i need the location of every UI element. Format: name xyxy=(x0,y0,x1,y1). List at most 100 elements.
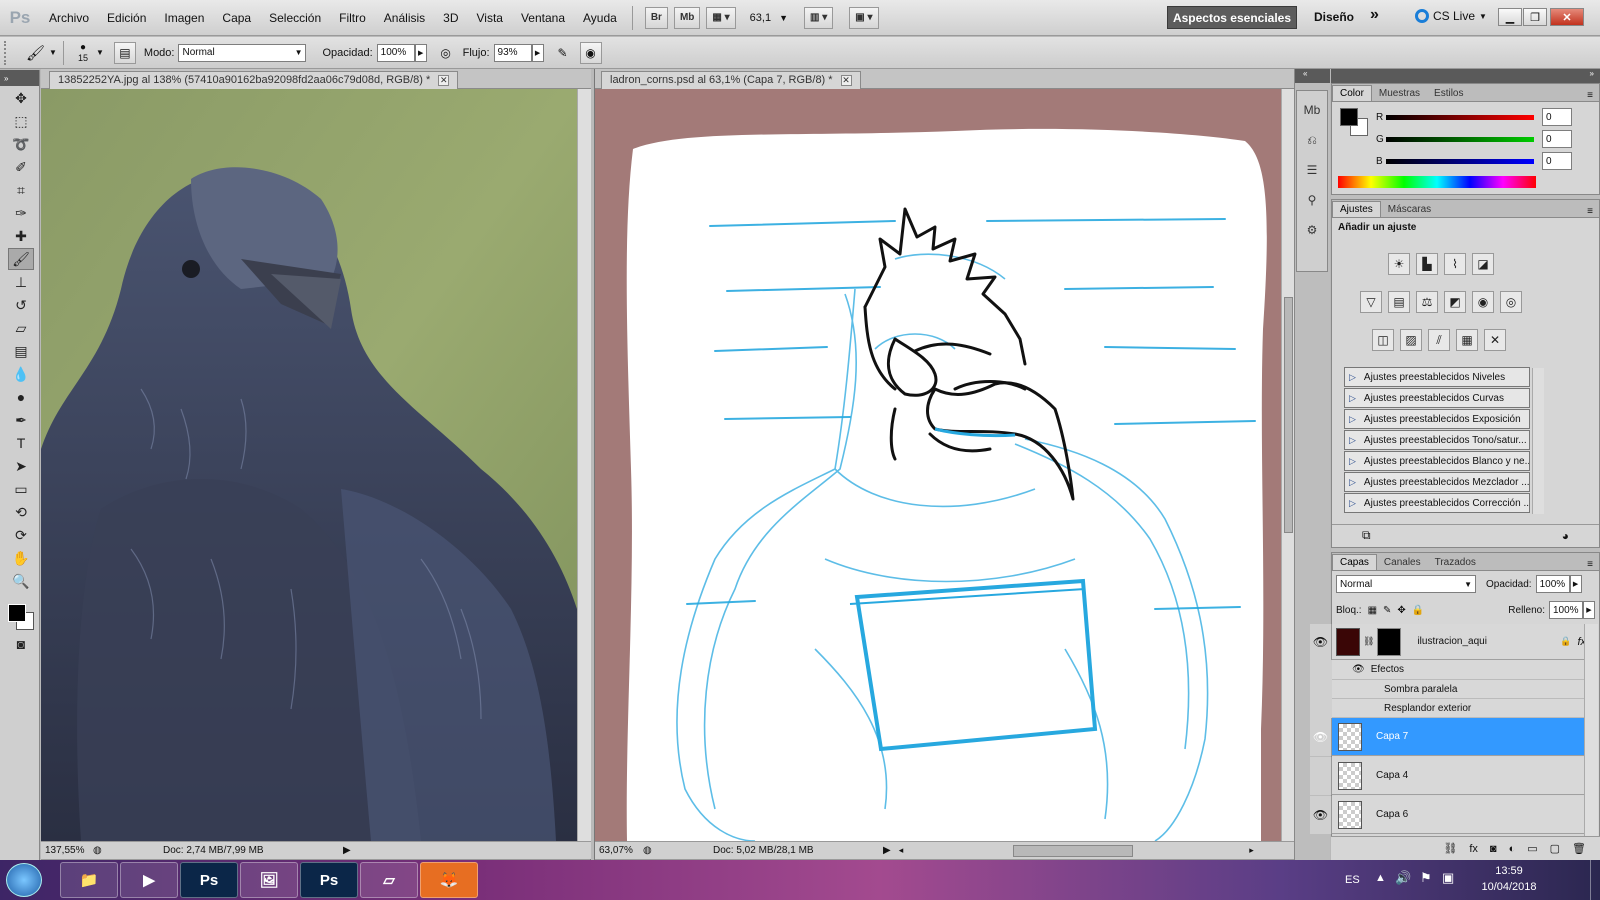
clip-to-layer-icon[interactable]: ⧉ xyxy=(1362,528,1371,543)
menu-analisis[interactable]: Análisis xyxy=(375,11,434,25)
input-r[interactable]: 0 xyxy=(1542,108,1572,126)
panel-collapse-icon[interactable]: » xyxy=(0,70,39,86)
fx-icon[interactable]: fx xyxy=(1469,843,1478,855)
history-brush-tool-icon[interactable]: ↺ xyxy=(8,294,34,316)
tool-presets-icon[interactable]: ⚙ xyxy=(1300,219,1324,241)
eye-icon[interactable]: 👁 xyxy=(1352,664,1365,675)
path-selection-tool-icon[interactable]: ➤ xyxy=(8,455,34,477)
vertical-scrollbar-photo[interactable] xyxy=(577,89,591,841)
zoom-readout-sketch[interactable]: 63,07% xyxy=(595,845,643,856)
invert-icon[interactable]: ◫ xyxy=(1372,329,1394,351)
photo-filter-icon[interactable]: ◉ xyxy=(1472,291,1494,313)
layer-row-capa-4[interactable]: Capa 4 xyxy=(1310,756,1598,795)
levels-icon[interactable]: ▙ xyxy=(1416,253,1438,275)
menu-archivo[interactable]: Archivo xyxy=(40,11,98,25)
blend-mode-select[interactable]: Normal ▼ xyxy=(1336,575,1476,593)
doc-info-icon[interactable]: ◍ xyxy=(93,845,107,856)
explorer-icon[interactable]: 📁 xyxy=(60,862,118,898)
tray-expand-icon[interactable]: ▲ xyxy=(1375,872,1386,884)
toggle-visibility-icon[interactable]: ◕ xyxy=(1562,529,1569,543)
horizontal-scroll-thumb[interactable] xyxy=(1013,844,1134,857)
panel-menu-icon[interactable]: ≡ xyxy=(1587,559,1599,570)
layer-opacity-slider-button[interactable]: ▶ xyxy=(1569,575,1582,593)
menu-filtro[interactable]: Filtro xyxy=(330,11,375,25)
tab-adjustments[interactable]: Ajustes xyxy=(1332,201,1381,217)
preset-item[interactable]: ▷ Ajustes preestablecidos Blanco y ne... xyxy=(1344,451,1530,471)
firefox-icon[interactable]: 🦊 xyxy=(420,862,478,898)
menu-edicion[interactable]: Edición xyxy=(98,11,155,25)
eye-hidden-icon[interactable] xyxy=(1310,756,1332,795)
tab-layers[interactable]: Capas xyxy=(1332,554,1377,570)
healing-brush-tool-icon[interactable]: ✚ xyxy=(8,225,34,247)
view-extras-button[interactable]: ▦ ▾ xyxy=(706,6,736,29)
adjustment-layer-icon[interactable]: ◐ xyxy=(1509,843,1516,855)
dodge-tool-icon[interactable]: ● xyxy=(8,386,34,408)
posterize-icon[interactable]: ▨ xyxy=(1400,329,1422,351)
eye-icon[interactable]: 👁 xyxy=(1310,795,1332,834)
clock[interactable]: 13:59 10/04/2018 xyxy=(1474,863,1544,895)
menu-ventana[interactable]: Ventana xyxy=(512,11,574,25)
input-g[interactable]: 0 xyxy=(1542,130,1572,148)
pen-tool-icon[interactable]: ✒ xyxy=(8,409,34,431)
workspace-essentials-button[interactable]: Aspectos esenciales xyxy=(1167,6,1297,29)
maximize-button[interactable]: ❐ xyxy=(1523,8,1547,26)
menu-ayuda[interactable]: Ayuda xyxy=(574,11,626,25)
screen-mode-button[interactable]: ▣ ▾ xyxy=(849,6,879,29)
language-indicator[interactable]: ES xyxy=(1345,874,1360,886)
brightness-icon[interactable]: ☀ xyxy=(1388,253,1410,275)
show-desktop-button[interactable] xyxy=(1590,860,1600,900)
3d-orbit-tool-icon[interactable]: ⟳ xyxy=(8,524,34,546)
vertical-scroll-thumb[interactable] xyxy=(1284,297,1293,533)
minimize-button[interactable]: ▁ xyxy=(1498,8,1522,26)
document-tab-sketch[interactable]: ladron_corns.psd al 63,1% (Capa 7, RGB/8… xyxy=(595,69,1295,89)
new-group-icon[interactable]: ▭ xyxy=(1527,842,1537,855)
add-mask-icon[interactable]: ◙ xyxy=(1490,843,1497,855)
brush-tool-icon[interactable]: 🖌 xyxy=(8,248,34,270)
bridge-button[interactable]: Br xyxy=(644,6,668,29)
eye-icon[interactable]: 👁 xyxy=(1310,717,1332,756)
close-tab-icon[interactable]: ✕ xyxy=(438,74,450,86)
tab-paths[interactable]: Trazados xyxy=(1428,555,1483,570)
preset-item[interactable]: ▷ Ajustes preestablecidos Niveles xyxy=(1344,367,1530,387)
channel-mixer-icon[interactable]: ◎ xyxy=(1500,291,1522,313)
input-b[interactable]: 0 xyxy=(1542,152,1572,170)
lock-transparency-icon[interactable]: ▦ xyxy=(1368,605,1377,616)
gradient-tool-icon[interactable]: ▤ xyxy=(8,340,34,362)
tablet-size-icon[interactable]: ◉ xyxy=(579,41,602,64)
selective-color-icon[interactable]: ✕ xyxy=(1484,329,1506,351)
action-center-icon[interactable]: ⚑ xyxy=(1420,870,1432,886)
eyedropper-tool-icon[interactable]: ✑ xyxy=(8,202,34,224)
scroll-left-icon[interactable]: ◂ xyxy=(899,845,904,856)
tab-channels[interactable]: Canales xyxy=(1377,555,1428,570)
airbrush-icon[interactable]: ✎ xyxy=(552,42,574,64)
tab-swatches[interactable]: Muestras xyxy=(1372,86,1427,101)
document-tab-photo-label[interactable]: 13852252YA.jpg al 138% (57410a90162ba920… xyxy=(49,70,459,89)
fill-input[interactable]: 100% xyxy=(1549,601,1583,619)
network-icon[interactable]: ▣ xyxy=(1442,870,1454,886)
hand-tool-icon[interactable]: ✋ xyxy=(8,547,34,569)
notepad-icon[interactable]: ▱ xyxy=(360,862,418,898)
brush-presets-icon[interactable]: ☰ xyxy=(1300,159,1324,181)
curves-icon[interactable]: ⌇ xyxy=(1444,253,1466,275)
blur-tool-icon[interactable]: 💧 xyxy=(8,363,34,385)
menu-seleccion[interactable]: Selección xyxy=(260,11,330,25)
doc-info-icon[interactable]: ◍ xyxy=(643,845,657,856)
menu-vista[interactable]: Vista xyxy=(468,11,512,25)
threshold-icon[interactable]: ⫽ xyxy=(1428,329,1450,351)
history-icon[interactable]: ⎌ xyxy=(1300,129,1324,151)
zoom-tool-icon[interactable]: 🔍 xyxy=(8,570,34,592)
color-spectrum-bar[interactable] xyxy=(1338,176,1536,188)
menu-capa[interactable]: Capa xyxy=(213,11,260,25)
black-white-icon[interactable]: ◩ xyxy=(1444,291,1466,313)
new-layer-icon[interactable]: ▢ xyxy=(1550,842,1560,855)
doc-size-photo[interactable]: Doc: 2,74 MB/7,99 MB xyxy=(163,845,333,856)
clone-source-icon[interactable]: ⚲ xyxy=(1300,189,1324,211)
brush-preset-picker[interactable]: ● 15 xyxy=(78,42,88,63)
marquee-tool-icon[interactable]: ⬚ xyxy=(8,110,34,132)
layer-mask-thumbnail[interactable] xyxy=(1377,627,1402,656)
workspace-design-button[interactable]: Diseño xyxy=(1314,10,1354,24)
mini-bridge-icon[interactable]: Mb xyxy=(1300,99,1324,121)
layer-opacity-input[interactable]: 100% xyxy=(1535,575,1570,593)
preset-item[interactable]: ▷ Ajustes preestablecidos Tono/satur... xyxy=(1344,430,1530,450)
layers-scrollbar[interactable] xyxy=(1584,624,1598,836)
